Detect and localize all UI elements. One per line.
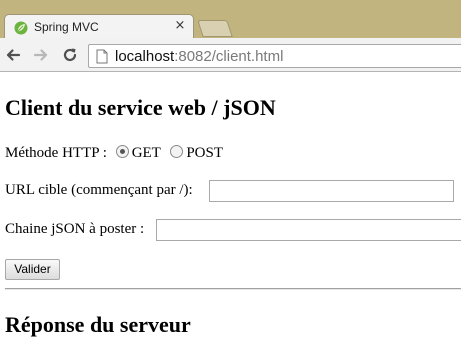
- radio-get[interactable]: [115, 145, 129, 158]
- tab-spring-mvc[interactable]: Spring MVC ×: [4, 14, 194, 40]
- reload-icon[interactable]: [62, 47, 78, 63]
- response-title: Réponse du serveur: [5, 312, 191, 337]
- new-tab-button[interactable]: [197, 20, 233, 37]
- json-input[interactable]: [156, 219, 461, 241]
- tab-title: Spring MVC: [34, 20, 99, 34]
- page-title: Client du service web / jSON: [5, 95, 276, 120]
- tab-strip: Spring MVC ×: [0, 0, 461, 40]
- page-content: Client du service web / jSON Méthode HTT…: [0, 72, 461, 355]
- divider: [5, 288, 461, 290]
- address-bar[interactable]: localhost:8082/client.html: [88, 44, 461, 68]
- browser-toolbar: localhost:8082/client.html: [0, 38, 461, 72]
- radio-get-label[interactable]: GET: [132, 145, 161, 161]
- url-text: localhost:8082/client.html: [115, 48, 283, 65]
- forward-arrow-icon[interactable]: [33, 47, 49, 63]
- url-path: :8082/client.html: [174, 48, 284, 65]
- url-input[interactable]: [209, 180, 454, 202]
- browser-chrome: Spring MVC × localhost:8082/client.html: [0, 0, 461, 72]
- page-icon: [96, 49, 108, 64]
- url-host: localhost: [115, 48, 175, 65]
- close-icon[interactable]: ×: [174, 19, 186, 33]
- method-row: Méthode HTTP : GET POST: [5, 145, 223, 162]
- radio-post[interactable]: [170, 145, 184, 158]
- back-arrow-icon[interactable]: [5, 47, 21, 63]
- submit-button[interactable]: Valider: [5, 259, 60, 280]
- url-label: URL cible (commençant par /):: [5, 182, 193, 198]
- radio-post-label[interactable]: POST: [186, 145, 223, 161]
- json-label: Chaine jSON à poster :: [5, 221, 145, 237]
- method-label: Méthode HTTP :: [5, 145, 107, 161]
- spring-leaf-icon: [14, 21, 28, 35]
